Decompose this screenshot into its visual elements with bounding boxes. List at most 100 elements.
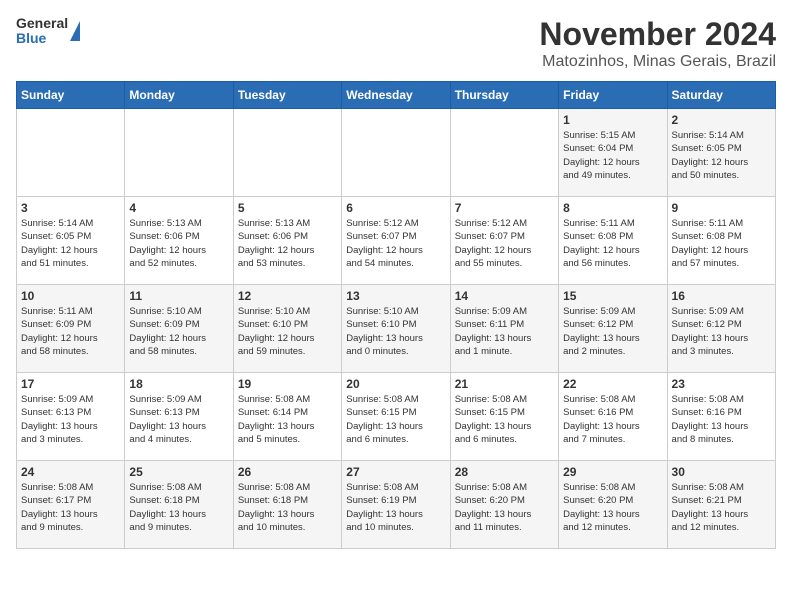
calendar-cell: 25 Sunrise: 5:08 AM Sunset: 6:18 PM Dayli… [125, 461, 233, 549]
day-number: 8 [563, 201, 662, 215]
day-info: Sunrise: 5:09 AM Sunset: 6:12 PM Dayligh… [672, 305, 771, 358]
header-row: SundayMondayTuesdayWednesdayThursdayFrid… [17, 82, 776, 109]
day-number: 13 [346, 289, 445, 303]
day-info: Sunrise: 5:08 AM Sunset: 6:21 PM Dayligh… [672, 481, 771, 534]
calendar-cell: 9Sunrise: 5:11 AM Sunset: 6:08 PM Daylig… [667, 197, 775, 285]
calendar-cell: 24 Sunrise: 5:08 AM Sunset: 6:17 PM Dayli… [17, 461, 125, 549]
day-number: 10 [21, 289, 120, 303]
header-cell-tuesday: Tuesday [233, 82, 341, 109]
calendar-cell [17, 109, 125, 197]
day-number: 25 [129, 465, 228, 479]
day-info: Sunrise: 5:08 AM Sunset: 6:15 PM Dayligh… [346, 393, 445, 446]
calendar-table: SundayMondayTuesdayWednesdayThursdayFrid… [16, 81, 776, 549]
day-number: 9 [672, 201, 771, 215]
logo-triangle-icon [70, 21, 80, 41]
calendar-cell: 17 Sunrise: 5:09 AM Sunset: 6:13 PM Dayli… [17, 373, 125, 461]
day-number: 28 [455, 465, 554, 479]
day-info: Sunrise: 5:08 AM Sunset: 6:16 PM Dayligh… [672, 393, 771, 446]
day-number: 16 [672, 289, 771, 303]
calendar-cell: 1Sunrise: 5:15 AM Sunset: 6:04 PM Daylig… [559, 109, 667, 197]
day-info: Sunrise: 5:10 AM Sunset: 6:10 PM Dayligh… [238, 305, 337, 358]
day-number: 29 [563, 465, 662, 479]
header-cell-wednesday: Wednesday [342, 82, 450, 109]
header-cell-friday: Friday [559, 82, 667, 109]
day-info: Sunrise: 5:09 AM Sunset: 6:13 PM Dayligh… [129, 393, 228, 446]
header-cell-thursday: Thursday [450, 82, 558, 109]
day-info: Sunrise: 5:09 AM Sunset: 6:12 PM Dayligh… [563, 305, 662, 358]
header-cell-monday: Monday [125, 82, 233, 109]
calendar-cell: 5 Sunrise: 5:13 AM Sunset: 6:06 PM Daylig… [233, 197, 341, 285]
day-number: 23 [672, 377, 771, 391]
header-cell-saturday: Saturday [667, 82, 775, 109]
calendar-cell: 13 Sunrise: 5:10 AM Sunset: 6:10 PM Dayli… [342, 285, 450, 373]
day-info: Sunrise: 5:08 AM Sunset: 6:14 PM Dayligh… [238, 393, 337, 446]
header-cell-sunday: Sunday [17, 82, 125, 109]
calendar-cell: 11Sunrise: 5:10 AM Sunset: 6:09 PM Dayli… [125, 285, 233, 373]
calendar-cell: 30 Sunrise: 5:08 AM Sunset: 6:21 PM Dayli… [667, 461, 775, 549]
calendar-cell [233, 109, 341, 197]
calendar-cell [450, 109, 558, 197]
calendar-cell: 19Sunrise: 5:08 AM Sunset: 6:14 PM Dayli… [233, 373, 341, 461]
day-number: 5 [238, 201, 337, 215]
title-block: November 2024 Matozinhos, Minas Gerais, … [539, 16, 776, 71]
day-info: Sunrise: 5:08 AM Sunset: 6:18 PM Dayligh… [238, 481, 337, 534]
logo: General Blue [16, 16, 80, 47]
day-info: Sunrise: 5:12 AM Sunset: 6:07 PM Dayligh… [346, 217, 445, 270]
calendar-body: 1Sunrise: 5:15 AM Sunset: 6:04 PM Daylig… [17, 109, 776, 549]
day-info: Sunrise: 5:08 AM Sunset: 6:16 PM Dayligh… [563, 393, 662, 446]
day-info: Sunrise: 5:08 AM Sunset: 6:19 PM Dayligh… [346, 481, 445, 534]
day-number: 15 [563, 289, 662, 303]
day-info: Sunrise: 5:13 AM Sunset: 6:06 PM Dayligh… [238, 217, 337, 270]
page-header: General Blue November 2024 Matozinhos, M… [16, 16, 776, 71]
day-info: Sunrise: 5:14 AM Sunset: 6:05 PM Dayligh… [672, 129, 771, 182]
calendar-cell [342, 109, 450, 197]
day-info: Sunrise: 5:09 AM Sunset: 6:11 PM Dayligh… [455, 305, 554, 358]
calendar-cell: 7Sunrise: 5:12 AM Sunset: 6:07 PM Daylig… [450, 197, 558, 285]
calendar-cell: 16 Sunrise: 5:09 AM Sunset: 6:12 PM Dayli… [667, 285, 775, 373]
day-info: Sunrise: 5:08 AM Sunset: 6:18 PM Dayligh… [129, 481, 228, 534]
calendar-week-row: 1Sunrise: 5:15 AM Sunset: 6:04 PM Daylig… [17, 109, 776, 197]
day-info: Sunrise: 5:11 AM Sunset: 6:08 PM Dayligh… [563, 217, 662, 270]
calendar-cell [125, 109, 233, 197]
day-info: Sunrise: 5:09 AM Sunset: 6:13 PM Dayligh… [21, 393, 120, 446]
day-info: Sunrise: 5:08 AM Sunset: 6:20 PM Dayligh… [455, 481, 554, 534]
day-info: Sunrise: 5:08 AM Sunset: 6:17 PM Dayligh… [21, 481, 120, 534]
day-info: Sunrise: 5:15 AM Sunset: 6:04 PM Dayligh… [563, 129, 662, 182]
day-number: 30 [672, 465, 771, 479]
day-number: 24 [21, 465, 120, 479]
day-number: 2 [672, 113, 771, 127]
calendar-cell: 3Sunrise: 5:14 AM Sunset: 6:05 PM Daylig… [17, 197, 125, 285]
logo-blue: Blue [16, 31, 68, 46]
calendar-cell: 18 Sunrise: 5:09 AM Sunset: 6:13 PM Dayli… [125, 373, 233, 461]
day-number: 6 [346, 201, 445, 215]
day-number: 14 [455, 289, 554, 303]
day-number: 18 [129, 377, 228, 391]
page-title: November 2024 [539, 16, 776, 53]
day-info: Sunrise: 5:08 AM Sunset: 6:15 PM Dayligh… [455, 393, 554, 446]
day-number: 26 [238, 465, 337, 479]
day-number: 17 [21, 377, 120, 391]
calendar-week-row: 17 Sunrise: 5:09 AM Sunset: 6:13 PM Dayli… [17, 373, 776, 461]
calendar-cell: 27Sunrise: 5:08 AM Sunset: 6:19 PM Dayli… [342, 461, 450, 549]
day-info: Sunrise: 5:10 AM Sunset: 6:10 PM Dayligh… [346, 305, 445, 358]
day-number: 21 [455, 377, 554, 391]
calendar-week-row: 3Sunrise: 5:14 AM Sunset: 6:05 PM Daylig… [17, 197, 776, 285]
logo-general: General [16, 16, 68, 31]
calendar-cell: 22 Sunrise: 5:08 AM Sunset: 6:16 PM Dayli… [559, 373, 667, 461]
day-info: Sunrise: 5:10 AM Sunset: 6:09 PM Dayligh… [129, 305, 228, 358]
calendar-header: SundayMondayTuesdayWednesdayThursdayFrid… [17, 82, 776, 109]
day-info: Sunrise: 5:13 AM Sunset: 6:06 PM Dayligh… [129, 217, 228, 270]
day-info: Sunrise: 5:11 AM Sunset: 6:09 PM Dayligh… [21, 305, 120, 358]
calendar-cell: 2 Sunrise: 5:14 AM Sunset: 6:05 PM Daylig… [667, 109, 775, 197]
calendar-cell: 10 Sunrise: 5:11 AM Sunset: 6:09 PM Dayli… [17, 285, 125, 373]
calendar-cell: 8 Sunrise: 5:11 AM Sunset: 6:08 PM Daylig… [559, 197, 667, 285]
calendar-cell: 14 Sunrise: 5:09 AM Sunset: 6:11 PM Dayli… [450, 285, 558, 373]
page-subtitle: Matozinhos, Minas Gerais, Brazil [539, 53, 776, 71]
calendar-cell: 4Sunrise: 5:13 AM Sunset: 6:06 PM Daylig… [125, 197, 233, 285]
day-number: 12 [238, 289, 337, 303]
calendar-cell: 12 Sunrise: 5:10 AM Sunset: 6:10 PM Dayli… [233, 285, 341, 373]
calendar-cell: 28 Sunrise: 5:08 AM Sunset: 6:20 PM Dayli… [450, 461, 558, 549]
day-info: Sunrise: 5:08 AM Sunset: 6:20 PM Dayligh… [563, 481, 662, 534]
day-number: 22 [563, 377, 662, 391]
calendar-cell: 23 Sunrise: 5:08 AM Sunset: 6:16 PM Dayli… [667, 373, 775, 461]
